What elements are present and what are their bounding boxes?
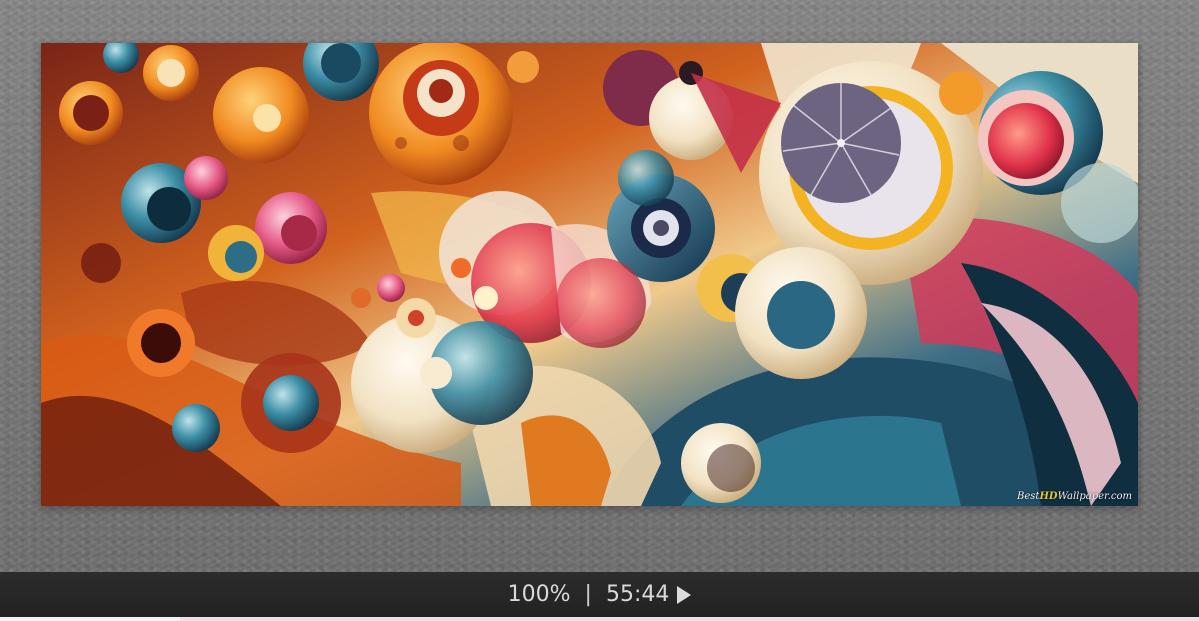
bottom-strip-accent — [180, 617, 1199, 621]
status-bar: 100% | 55:44 — [0, 572, 1199, 617]
image-viewer: BestHDWallpaper.com — [0, 0, 1199, 572]
wallpaper-art — [41, 43, 1138, 506]
watermark-suffix: Wallpaper.com — [1057, 491, 1132, 502]
wallpaper-image[interactable]: BestHDWallpaper.com — [41, 43, 1138, 506]
watermark-prefix: Best — [1017, 491, 1040, 502]
bottom-strip — [0, 617, 1199, 621]
watermark-hd: HD — [1039, 491, 1058, 502]
zoom-level[interactable]: 100% — [508, 582, 571, 607]
watermark: BestHDWallpaper.com — [1017, 491, 1132, 502]
status-separator: | — [584, 582, 592, 607]
play-icon[interactable] — [677, 585, 692, 604]
slideshow-timer: 55:44 — [605, 582, 670, 607]
